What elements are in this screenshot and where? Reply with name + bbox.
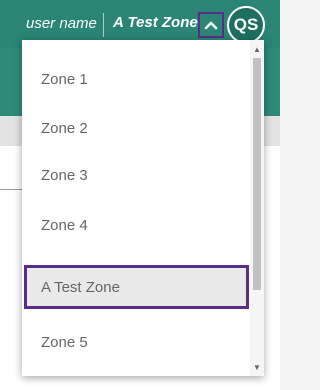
zone-item-5[interactable]: Zone 5 (22, 325, 250, 359)
user-name-label[interactable]: user name (26, 15, 97, 32)
zone-dropdown-toggle-button[interactable] (198, 12, 224, 38)
zone-item-3[interactable]: Zone 3 (22, 158, 250, 192)
current-zone-label[interactable]: A Test Zone (113, 14, 198, 31)
chevron-up-icon (204, 21, 218, 30)
zone-item-selected[interactable]: A Test Zone (24, 265, 249, 309)
scrollbar-thumb[interactable] (253, 58, 261, 290)
header-divider (103, 13, 104, 37)
zone-item-2[interactable]: Zone 2 (22, 111, 250, 145)
scroll-up-arrow-icon[interactable]: ▲ (250, 42, 264, 56)
dropdown-scrollbar[interactable]: ▲ ▼ (250, 40, 264, 376)
scroll-down-arrow-icon[interactable]: ▼ (250, 360, 264, 374)
user-avatar[interactable]: QS (227, 6, 265, 44)
zone-item-1[interactable]: Zone 1 (22, 62, 250, 96)
content-divider (0, 189, 22, 190)
zone-item-4[interactable]: Zone 4 (22, 208, 250, 242)
zone-dropdown-menu: Zone 1 Zone 2 Zone 3 Zone 4 A Test Zone … (22, 40, 264, 376)
